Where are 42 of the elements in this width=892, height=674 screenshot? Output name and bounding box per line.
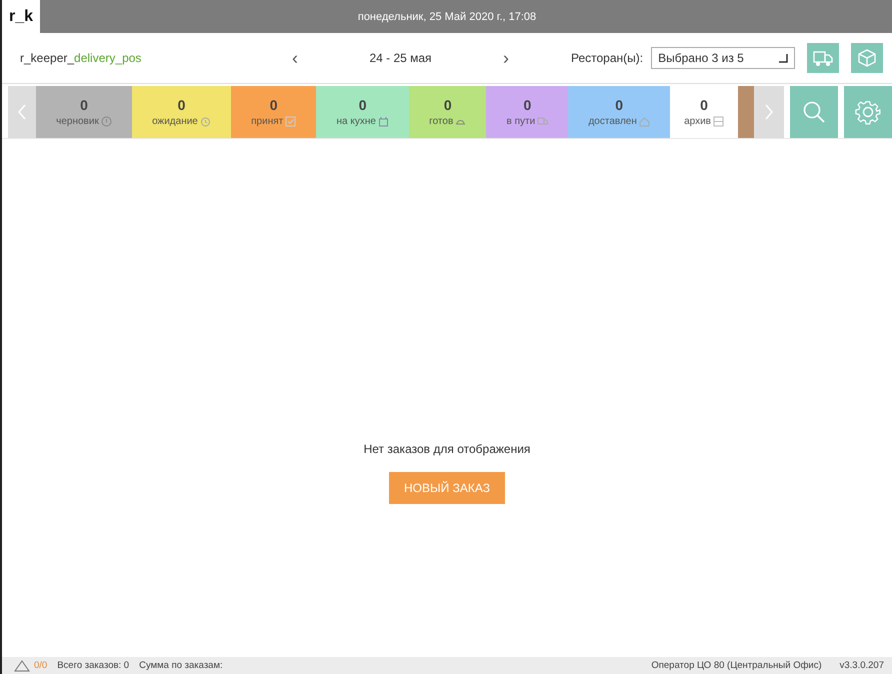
truck-icon (813, 49, 834, 67)
checkbox-icon (285, 116, 296, 127)
empty-message: Нет заказов для отображения (364, 442, 530, 456)
clock-icon (200, 116, 211, 127)
app-name: r_keeper_delivery_pos (20, 51, 142, 65)
archive-icon (712, 116, 724, 127)
operator-info: Оператор ЦО 80 (Центральный Офис) (651, 660, 822, 671)
status-tab[interactable]: 0 готов (409, 86, 486, 138)
restaurant-label: Ресторан(ы): (571, 51, 644, 65)
date-time: понедельник, 25 Май 2020 г., 17:08 (356, 10, 538, 22)
settings-icon (855, 99, 882, 125)
package-button[interactable] (851, 43, 884, 73)
warning-icon (14, 660, 30, 672)
corner-icon (778, 53, 788, 63)
box-icon (857, 48, 878, 68)
status-tab[interactable]: 0 черновик (36, 86, 132, 138)
total-orders: Всего заказов: 0 (57, 660, 130, 671)
partial-tab[interactable] (738, 86, 754, 138)
search-button[interactable] (790, 86, 838, 138)
alert-count: 0/0 (34, 660, 48, 671)
truck-icon (537, 116, 548, 127)
settings-button[interactable] (844, 86, 892, 138)
order-sum: Сумма по заказам: (139, 660, 223, 671)
delivery-button[interactable] (807, 43, 840, 73)
scroll-left-button[interactable] (8, 86, 36, 138)
chevron-right-icon (764, 104, 774, 120)
scroll-right-button[interactable] (754, 86, 784, 138)
house-icon (638, 116, 650, 127)
status-tab[interactable]: 0 ожидание (132, 86, 231, 138)
date-range: 24 - 25 мая (369, 51, 432, 65)
chevron-left-icon (17, 104, 27, 120)
next-button[interactable]: › (499, 48, 513, 68)
logo: r_k (2, 0, 40, 33)
status-tab[interactable]: 0 доставлен (568, 86, 670, 138)
status-tab[interactable]: 0 на кухне (316, 86, 410, 138)
info-icon (100, 116, 112, 127)
previous-button[interactable]: ‹ (288, 48, 302, 68)
version: v3.3.0.207 (840, 660, 884, 671)
search-icon (802, 100, 826, 124)
status-tab[interactable]: 0 принят (231, 86, 316, 138)
status-tab[interactable]: 0 в пути (486, 86, 568, 138)
restaurant-dropdown[interactable]: Выбрано 3 из 5 (651, 47, 796, 69)
